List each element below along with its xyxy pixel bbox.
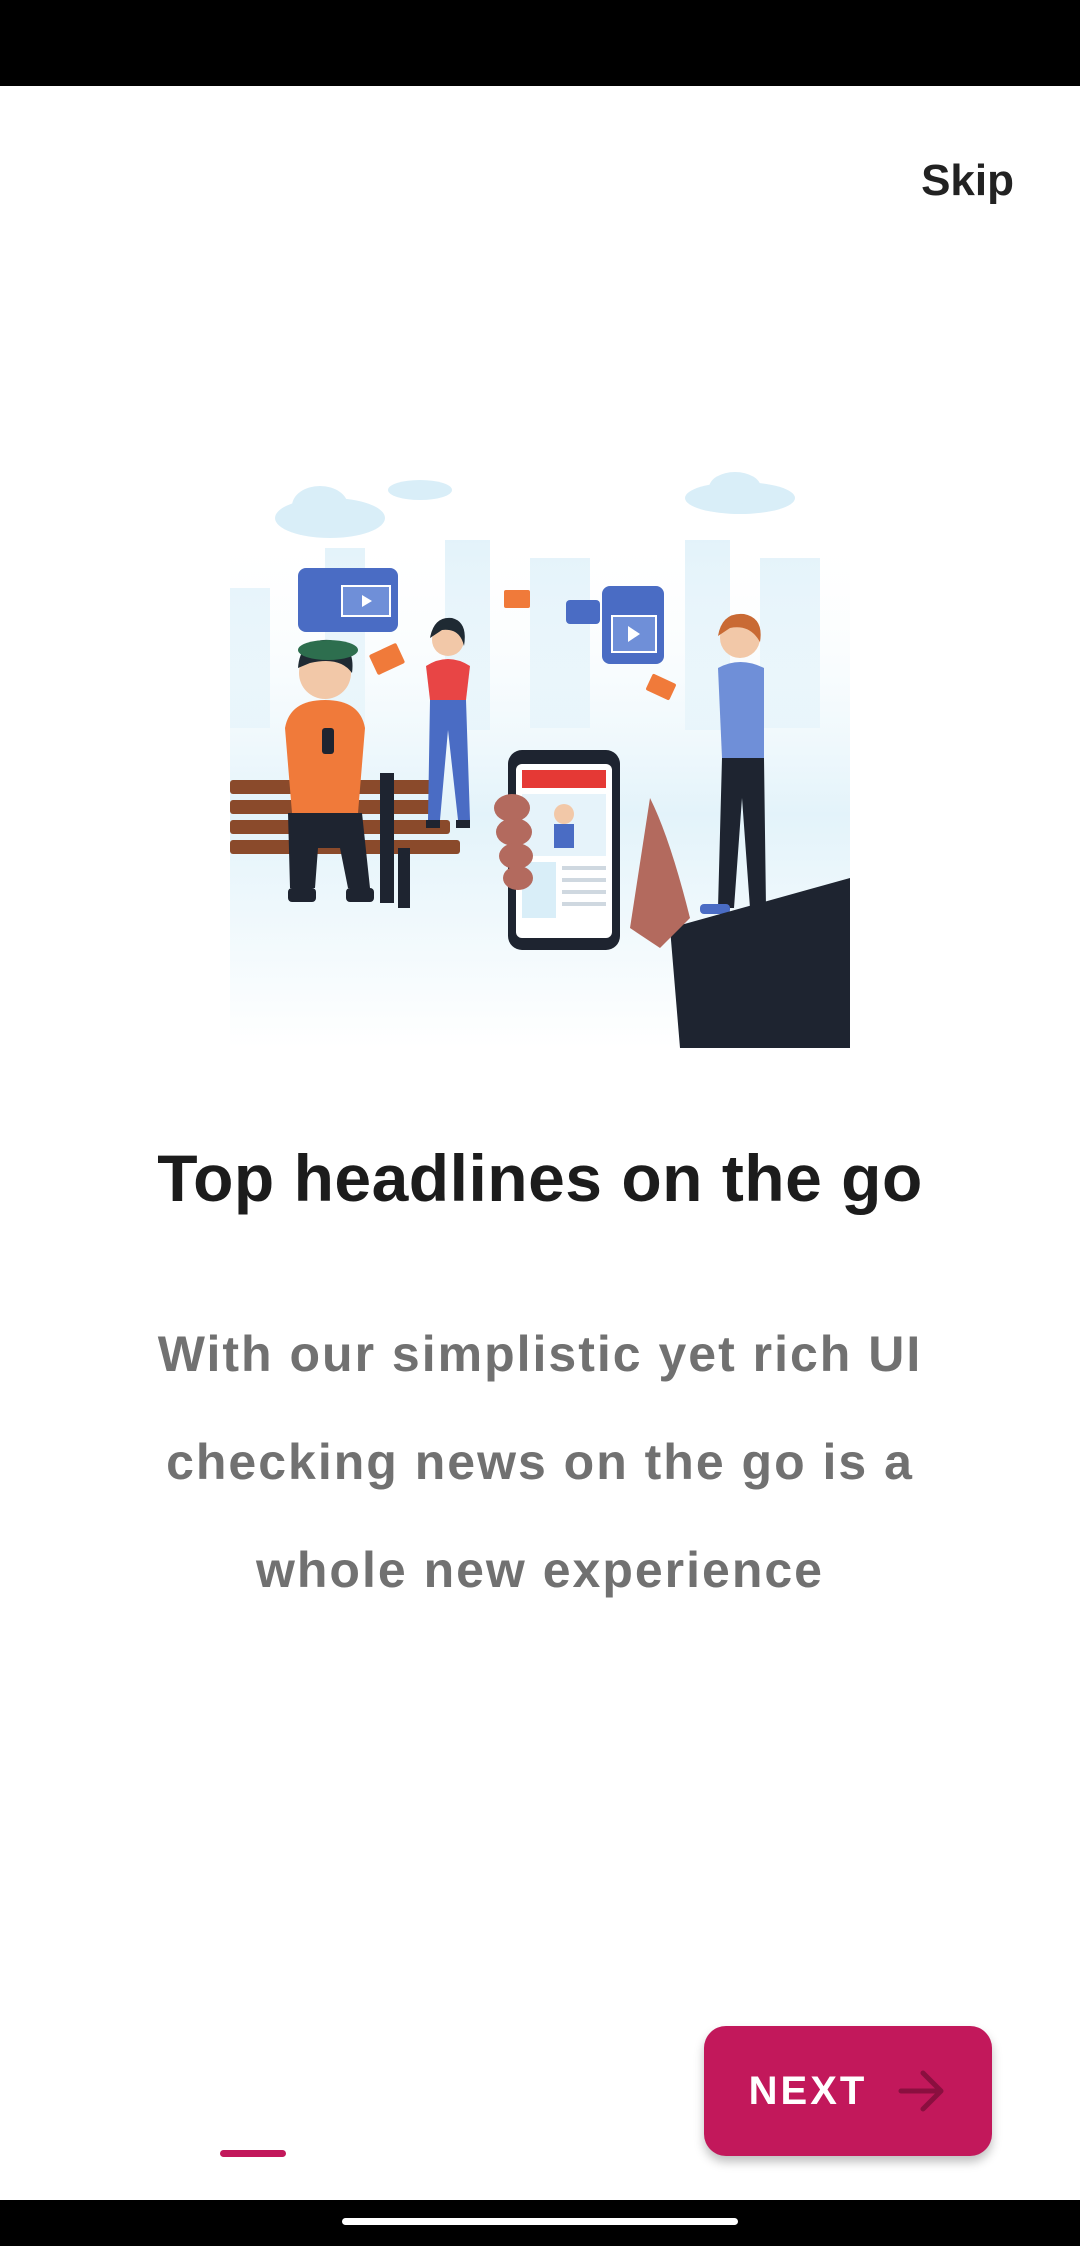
page-indicator-active — [220, 2150, 286, 2157]
next-button[interactable]: NEXT — [704, 2026, 992, 2156]
status-bar — [0, 0, 1080, 86]
onboarding-illustration — [230, 472, 850, 1048]
home-indicator[interactable] — [342, 2218, 738, 2225]
onboarding-description: With our simplistic yet rich UI checking… — [157, 1326, 923, 1598]
arrow-right-icon — [898, 2070, 944, 2112]
next-button-label: NEXT — [748, 2068, 868, 2113]
onboarding-title: Top headlines on the go — [157, 1141, 923, 1215]
navigation-bar — [0, 2200, 1080, 2246]
skip-button[interactable]: Skip — [921, 156, 1014, 206]
